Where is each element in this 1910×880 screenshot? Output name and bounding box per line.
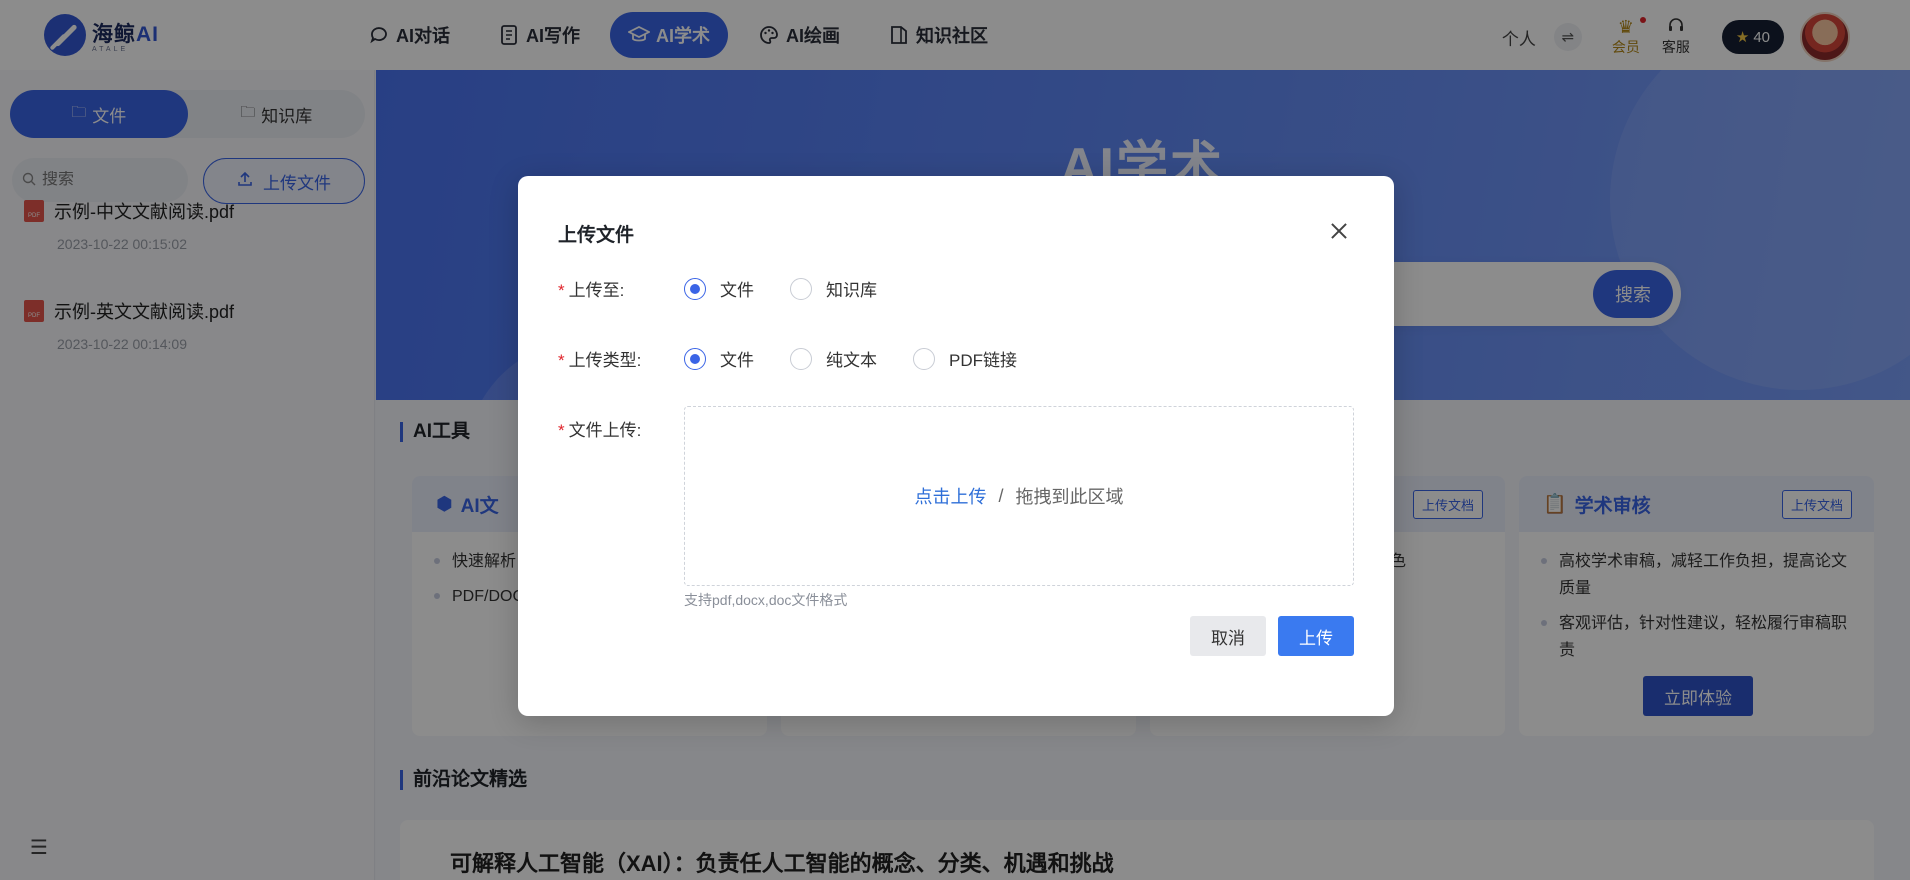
file-upload-label: 文件上传: bbox=[568, 421, 642, 440]
upload-to-label: 上传至: bbox=[568, 281, 625, 300]
radio-type-pdf-link[interactable]: PDF链接 bbox=[913, 346, 1017, 371]
close-icon[interactable] bbox=[1330, 222, 1348, 240]
radio-icon bbox=[684, 347, 706, 370]
file-dropzone[interactable]: 点击上传 / 拖拽到此区域 bbox=[684, 406, 1354, 586]
radio-icon bbox=[790, 347, 812, 370]
upload-type-row: * 上传类型: 文件 纯文本 PDF链接 bbox=[558, 346, 1053, 371]
format-hint: 支持pdf,docx,doc文件格式 bbox=[684, 592, 848, 608]
radio-upload-to-file[interactable]: 文件 bbox=[684, 276, 754, 301]
file-upload-row: * 文件上传: bbox=[558, 421, 642, 440]
radio-icon bbox=[913, 347, 935, 370]
dialog-title: 上传文件 bbox=[558, 225, 635, 246]
upload-type-label: 上传类型: bbox=[568, 351, 642, 370]
radio-upload-to-knowledge-base[interactable]: 知识库 bbox=[790, 276, 877, 301]
upload-button[interactable]: 上传 bbox=[1278, 616, 1354, 656]
radio-icon bbox=[790, 277, 812, 300]
cancel-button[interactable]: 取消 bbox=[1190, 616, 1266, 656]
click-upload-link[interactable]: 点击上传 bbox=[914, 483, 986, 509]
radio-icon bbox=[684, 277, 706, 300]
radio-type-file[interactable]: 文件 bbox=[684, 346, 754, 371]
drag-hint: 拖拽到此区域 bbox=[1015, 487, 1124, 507]
upload-dialog: 上传文件 * 上传至: 文件 知识库 * 上传类型: 文件 纯文本 PDF链接 * 文… bbox=[518, 176, 1394, 716]
upload-to-row: * 上传至: 文件 知识库 bbox=[558, 276, 913, 301]
radio-type-plain-text[interactable]: 纯文本 bbox=[790, 346, 877, 371]
